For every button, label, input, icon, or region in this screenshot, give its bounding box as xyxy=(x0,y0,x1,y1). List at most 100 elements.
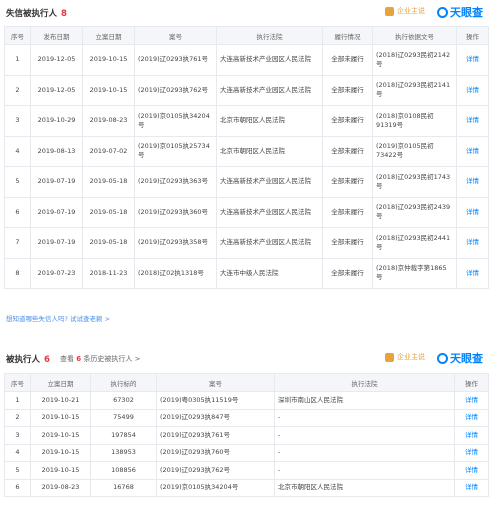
publish-date: 2019-07-19 xyxy=(30,227,83,259)
court-name: 大连高新技术产业园区人民法院 xyxy=(216,196,323,228)
execution-amount: 138953 xyxy=(90,443,157,462)
section-title-text: 被执行人 xyxy=(6,355,41,365)
court-name: 深圳市南山区人民法院 xyxy=(274,391,455,410)
row-number: 6 xyxy=(4,478,31,497)
court-name: 大连市中级人民法院 xyxy=(216,257,323,289)
execution-amount: 67302 xyxy=(90,391,157,410)
performance-status: 全部未履行 xyxy=(322,44,373,76)
case-number: (2019)辽0293执358号 xyxy=(134,227,217,259)
court-name: - xyxy=(274,426,455,445)
detail-link[interactable]: 详情 xyxy=(454,426,489,445)
execution-amount: 197854 xyxy=(90,426,157,445)
execution-amount: 75499 xyxy=(90,408,157,427)
row-number: 5 xyxy=(4,461,31,480)
table-header-row: 序号 发布日期 立案日期 案号 执行法院 履行情况 执行依据文号 操作 xyxy=(4,26,489,45)
filing-date: 2019-10-15 xyxy=(30,408,91,427)
basis-doc-number: (2018)辽0293民初2439号 xyxy=(372,196,457,228)
filing-date: 2019-08-23 xyxy=(82,105,135,137)
row-number: 4 xyxy=(4,443,31,462)
court-name: 北京市朝阳区人民法院 xyxy=(216,135,323,167)
detail-link[interactable]: 详情 xyxy=(456,74,489,106)
performance-status: 全部未履行 xyxy=(322,135,373,167)
case-number: (2019)辽0293执762号 xyxy=(156,461,275,480)
dishonest-hint-link[interactable]: 想知道哪些失信人吗? 试试查老赖 > xyxy=(6,313,110,323)
case-number: (2018)辽02执1318号 xyxy=(134,257,217,289)
court-name: - xyxy=(274,408,455,427)
case-number: (2019)京0105执34204号 xyxy=(156,478,275,497)
brand-qiyezhushuo[interactable]: 企业主说 xyxy=(385,352,425,362)
detail-link[interactable]: 详情 xyxy=(454,408,489,427)
detail-link[interactable]: 详情 xyxy=(456,227,489,259)
performance-status: 全部未履行 xyxy=(322,166,373,198)
case-number: (2019)辽0293执761号 xyxy=(134,44,217,76)
detail-link[interactable]: 详情 xyxy=(454,461,489,480)
case-number: (2019)京0105执34204号 xyxy=(134,105,217,137)
court-name: - xyxy=(274,443,455,462)
court-name: 大连高新技术产业园区人民法院 xyxy=(216,74,323,106)
performance-status: 全部未履行 xyxy=(322,227,373,259)
filing-date: 2019-05-18 xyxy=(82,227,135,259)
case-number: (2019)辽0293执360号 xyxy=(134,196,217,228)
tianyancha-logo-icon xyxy=(437,352,448,364)
row-number: 4 xyxy=(4,135,31,167)
case-number: (2019)辽0293执847号 xyxy=(156,408,275,427)
brand-tyc-label: 天眼查 xyxy=(450,352,483,365)
case-number: (2019)辽0293执762号 xyxy=(134,74,217,106)
detail-link[interactable]: 详情 xyxy=(456,105,489,137)
table-row: 7 2019-07-19 2019-05-18 (2019)辽0293执358号 大连高… xyxy=(4,227,489,259)
basis-doc-number: (2018)京0108民初91319号 xyxy=(372,105,457,137)
row-number: 3 xyxy=(4,105,31,137)
brand-tianyancha: 天眼查 xyxy=(437,350,483,366)
table-row: 1 2019-10-21 67302 (2019)粤0305执11519号 深圳市南山区… xyxy=(4,391,489,410)
brand-tyc-label: 天眼查 xyxy=(450,6,483,19)
filing-date: 2019-05-18 xyxy=(82,196,135,228)
detail-link[interactable]: 详情 xyxy=(456,196,489,228)
filing-date: 2019-10-15 xyxy=(30,426,91,445)
table-row: 3 2019-10-15 197854 (2019)辽0293执761号 - 详情 xyxy=(4,426,489,445)
detail-link[interactable]: 详情 xyxy=(456,166,489,198)
publish-date: 2019-12-05 xyxy=(30,74,83,106)
executed-section-header: 被执行人 6 查看 6 条历史被执行人 > 企业主说 天眼查 xyxy=(0,346,493,370)
table-row: 4 2019-08-13 2019-07-02 (2019)京0105执25734号北… xyxy=(4,135,489,167)
executed-table: 序号 立案日期 执行标的 案号 执行法院 操作 1 2019-10-21 67302… xyxy=(4,373,489,497)
filing-date: 2019-10-15 xyxy=(82,74,135,106)
row-number: 1 xyxy=(4,391,31,410)
history-link[interactable]: 查看 6 条历史被执行人 > xyxy=(60,354,140,364)
filing-date: 2019-10-15 xyxy=(30,461,91,480)
brand-qy-label: 企业主说 xyxy=(397,353,425,361)
table-row: 6 2019-07-19 2019-05-18 (2019)辽0293执360号 大连高… xyxy=(4,196,489,228)
detail-link[interactable]: 详情 xyxy=(454,478,489,497)
publish-date: 2019-10-29 xyxy=(30,105,83,137)
section-count: 8 xyxy=(61,9,67,19)
detail-link[interactable]: 详情 xyxy=(456,44,489,76)
row-number: 8 xyxy=(4,257,31,289)
basis-doc-number: (2018)京仲裁字第1865号 xyxy=(372,257,457,289)
detail-link[interactable]: 详情 xyxy=(454,391,489,410)
section-title: 失信被执行人 8 xyxy=(6,7,67,19)
detail-link[interactable]: 详情 xyxy=(454,443,489,462)
filing-date: 2018-11-23 xyxy=(82,257,135,289)
filing-date: 2019-05-18 xyxy=(82,166,135,198)
col-header: 执行依据文号 xyxy=(372,26,457,45)
basis-doc-number: (2019)京0105民初73422号 xyxy=(372,135,457,167)
detail-link[interactable]: 详情 xyxy=(456,135,489,167)
table-row: 2 2019-10-15 75499 (2019)辽0293执847号 - 详情 xyxy=(4,408,489,427)
col-header: 序号 xyxy=(4,26,31,45)
detail-link[interactable]: 详情 xyxy=(456,257,489,289)
row-number: 1 xyxy=(4,44,31,76)
table-row: 3 2019-10-29 2019-08-23 (2019)京0105执34204号北… xyxy=(4,105,489,137)
publish-date: 2019-07-23 xyxy=(30,257,83,289)
performance-status: 全部未履行 xyxy=(322,257,373,289)
history-link-suffix: 条历史被执行人 > xyxy=(83,355,141,363)
table-row: 4 2019-10-15 138953 (2019)辽0293执760号 - 详情 xyxy=(4,443,489,462)
history-count: 6 xyxy=(76,355,82,363)
court-name: 大连高新技术产业园区人民法院 xyxy=(216,166,323,198)
brand-qiyezhushuo[interactable]: 企业主说 xyxy=(385,6,425,16)
col-header: 发布日期 xyxy=(30,26,83,45)
table-row: 5 2019-07-19 2019-05-18 (2019)辽0293执363号 大连高… xyxy=(4,166,489,198)
publish-date: 2019-12-05 xyxy=(30,44,83,76)
case-number: (2019)京0105执25734号 xyxy=(134,135,217,167)
table-row: 5 2019-10-15 108856 (2019)辽0293执762号 - 详情 xyxy=(4,461,489,480)
row-number: 5 xyxy=(4,166,31,198)
court-name: 北京市朝阳区人民法院 xyxy=(216,105,323,137)
